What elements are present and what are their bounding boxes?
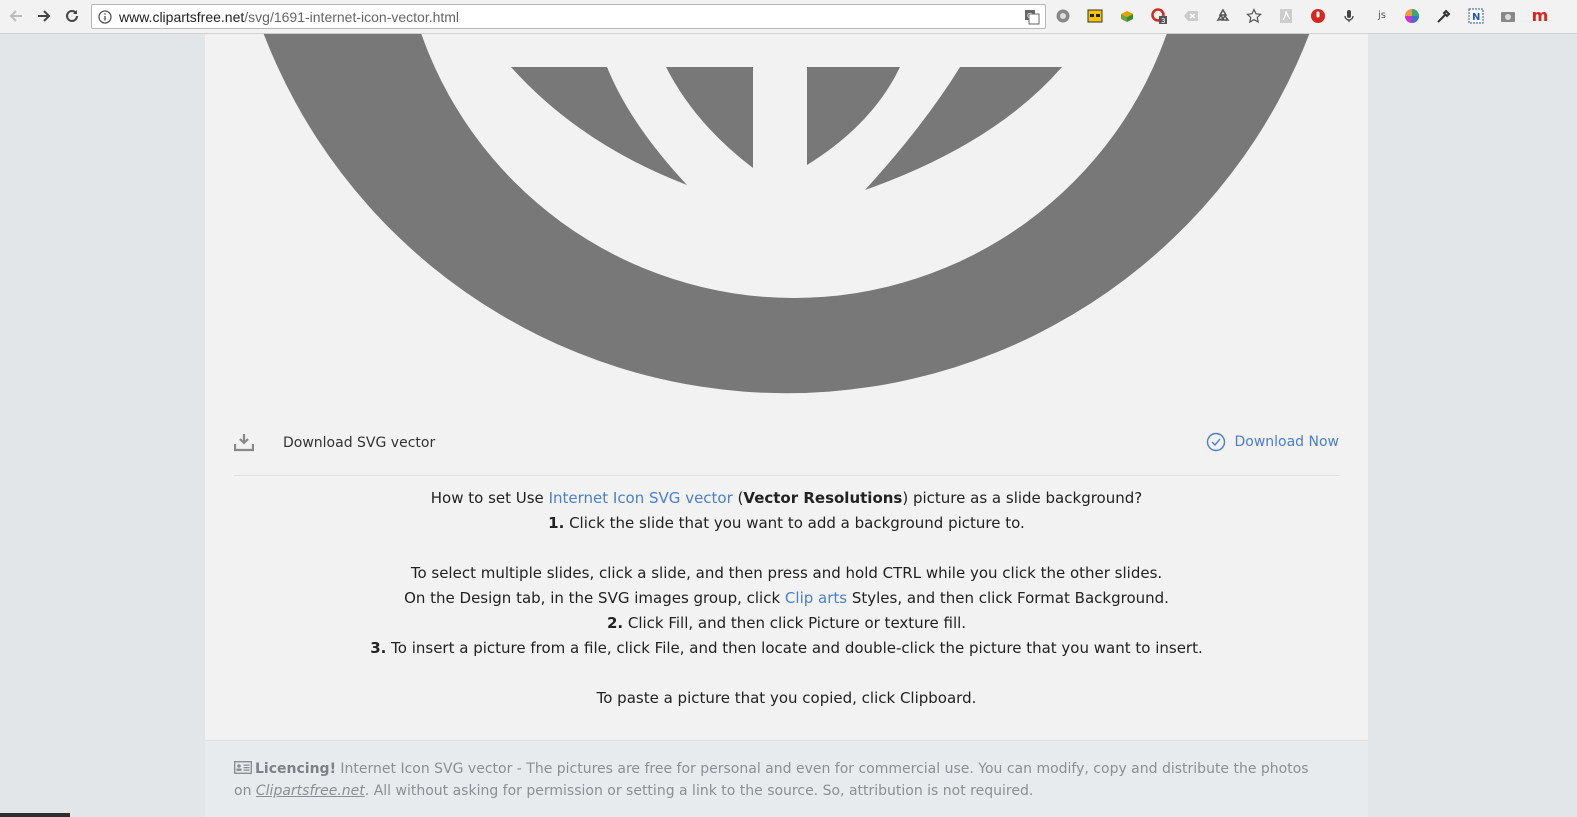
step-1-text: Click the slide that you want to add a b… [564,514,1025,532]
sunglasses-extension-icon[interactable] [1086,7,1104,25]
licence-box: Licencing! Internet Icon SVG vector - Th… [205,740,1368,817]
check-circle-icon [1207,432,1226,452]
url-host: www.clipartsfree.net [119,9,245,25]
m-extension-label: m [1531,6,1549,25]
browser-toolbar: www.clipartsfree.net/svg/1691-internet-i… [0,0,1577,34]
howto-design-tab: On the Design tab, in the SVG images gro… [234,586,1339,611]
howto-paste: To paste a picture that you copied, clic… [596,689,977,707]
globe-extension-icon[interactable] [1054,7,1072,25]
mic-extension-icon[interactable] [1340,7,1358,25]
download-svg-label: Download SVG vector [283,435,436,451]
design-prefix: On the Design tab, in the SVG images gro… [404,589,785,607]
howto-intro: How to set Use Internet Icon SVG vector … [234,486,1339,511]
svg-text:G: G [1027,12,1032,20]
download-now-label: Download Now [1234,434,1339,450]
opera-extension-icon[interactable]: 3 [1150,7,1168,25]
internet-icon-image [263,34,1310,394]
step-2-number: 2. [606,614,624,632]
howto-section: How to set Use Internet Icon SVG vector … [234,486,1339,711]
step-2-text: Click Fill, and then click Picture or te… [623,614,967,632]
step-1-number: 1. [548,514,565,532]
color-wheel-extension-icon[interactable] [1403,7,1421,25]
reload-button[interactable] [61,5,83,27]
download-now-button[interactable]: Download Now [1206,432,1339,452]
js-extension-icon[interactable]: js [1371,7,1393,25]
forward-button[interactable] [33,5,55,27]
camera-extension-icon[interactable] [1499,7,1517,25]
box-extension-icon[interactable] [1118,7,1136,25]
licence-text: Licencing! Internet Icon SVG vector - Th… [234,758,1314,802]
vector-resolutions-text: Vector Resolutions [743,489,903,507]
design-suffix: Styles, and then click Format Background… [847,589,1169,607]
howto-multi-select: To select multiple slides, click a slide… [410,564,1163,582]
eyedropper-extension-icon[interactable] [1435,7,1453,25]
js-extension-label: js [1378,10,1386,21]
taskbar-fragment [0,813,70,817]
extension-badge: 3 [1161,17,1165,24]
intro-open: ( [732,489,744,507]
clear-extension-icon[interactable] [1182,7,1200,25]
url-path: /svg/1691-internet-icon-vector.html [244,9,460,25]
intro-prefix: How to set Use [430,489,549,507]
download-bar: Download SVG vector Download Now [234,426,1339,476]
intro-suffix: ) picture as a slide background? [902,489,1143,507]
reload-icon [66,9,78,22]
download-icon [234,434,254,452]
clipartsfree-link[interactable]: Clipartsfree.net [256,783,365,799]
howto-step-1: 1. Click the slide that you want to add … [234,511,1339,536]
recycle-extension-icon[interactable] [1214,7,1232,25]
howto-step-2: 2. Click Fill, and then click Picture or… [234,611,1339,636]
step-3-number: 3. [370,639,387,657]
forward-arrow-icon [38,10,51,22]
clip-arts-link[interactable]: Clip arts [785,589,847,607]
back-button[interactable] [5,5,27,27]
translate-icon[interactable]: G [1024,9,1040,25]
page-content: Download SVG vector Download Now How to … [205,34,1368,817]
mic-red-extension-icon[interactable] [1309,7,1327,25]
address-bar[interactable]: www.clipartsfree.net/svg/1691-internet-i… [91,4,1046,29]
back-arrow-icon [9,10,22,22]
step-3-text: To insert a picture from a file, click F… [386,639,1203,657]
internet-icon-link[interactable]: Internet Icon SVG vector [549,489,733,507]
m-extension-icon[interactable]: m [1531,7,1549,25]
bookmark-star-icon[interactable] [1245,7,1263,25]
id-card-icon [234,761,252,774]
url-text[interactable]: www.clipartsfree.net/svg/1691-internet-i… [119,9,459,25]
n-extension-icon[interactable]: N [1467,7,1485,25]
pdf-extension-icon[interactable] [1277,7,1295,25]
licence-text-2: . All without asking for permission or s… [364,783,1034,799]
info-icon[interactable] [98,10,112,24]
licence-title: Licencing! [255,761,336,777]
howto-step-3: 3. To insert a picture from a file, clic… [234,636,1339,661]
svg-text:N: N [1472,12,1480,23]
